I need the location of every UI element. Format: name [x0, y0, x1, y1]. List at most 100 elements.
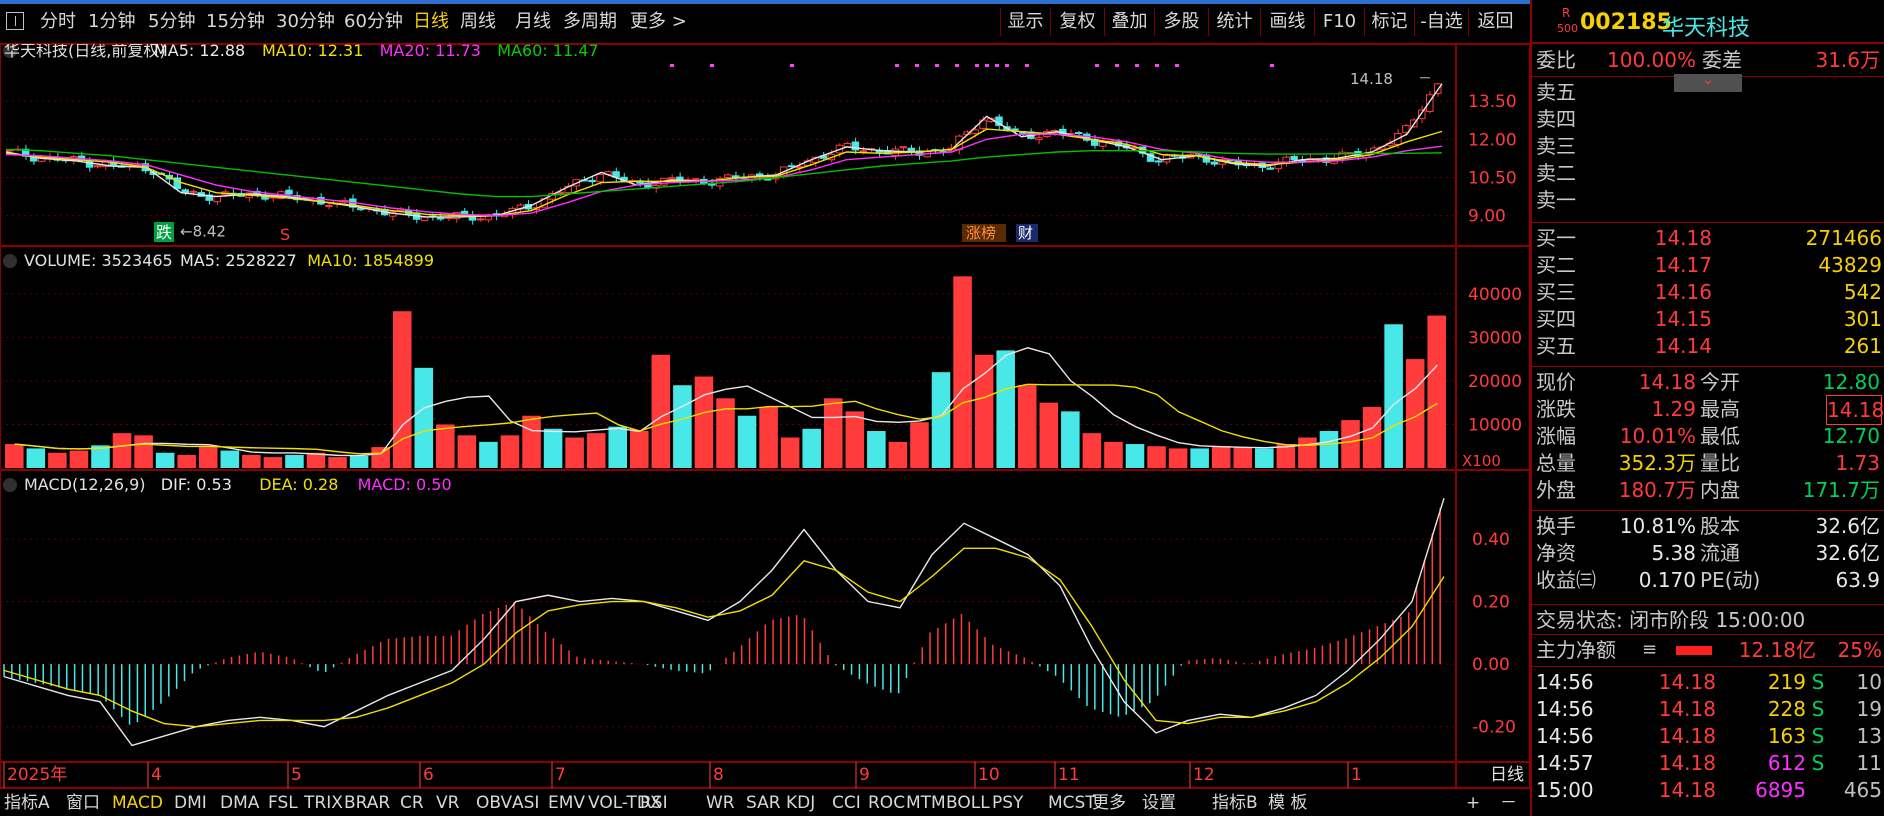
- volume-bar: [1190, 448, 1209, 468]
- indicator-tab-12[interactable]: EMV: [548, 791, 585, 815]
- indicator-tab-26[interactable]: 指标B: [1212, 791, 1258, 815]
- toolbar-button-0[interactable]: 显示: [1000, 8, 1050, 36]
- volume-bar: [1255, 448, 1274, 468]
- candle-body: [1075, 132, 1083, 135]
- time-label: 11: [1058, 765, 1080, 785]
- indicator-tab-1[interactable]: 窗口: [66, 791, 100, 815]
- volume-bar: [177, 454, 196, 468]
- candle-body: [181, 189, 189, 194]
- signal-dot: [1025, 64, 1029, 67]
- period-10[interactable]: 更多 >: [630, 10, 687, 34]
- period-0[interactable]: 分时: [40, 10, 76, 34]
- candle-body: [420, 216, 429, 222]
- period-4[interactable]: 30分钟: [276, 10, 335, 34]
- toolbar-button-7[interactable]: 标记: [1364, 8, 1414, 36]
- indicator-tab-19[interactable]: ROC: [868, 791, 905, 815]
- indicator-tab-9[interactable]: VR: [436, 791, 459, 815]
- candle-body: [668, 177, 676, 180]
- candle-body: [189, 190, 197, 193]
- indicator-tab-11[interactable]: ASI: [512, 791, 539, 815]
- stat-label: 最低: [1700, 424, 1740, 448]
- period-2[interactable]: 5分钟: [148, 10, 195, 34]
- candle-body: [692, 178, 700, 181]
- time-label: 2025年: [7, 765, 67, 785]
- stat-label: 今开: [1700, 370, 1740, 394]
- buy-volume: 301: [1843, 307, 1882, 331]
- period-3[interactable]: 15分钟: [206, 10, 265, 34]
- ma20-label: MA20: 11.73: [380, 44, 481, 60]
- stat-label: 股本: [1700, 514, 1740, 538]
- volume-bar: [1104, 441, 1123, 468]
- toolbar-button-6[interactable]: F10: [1314, 8, 1364, 36]
- stat-value: 12.80: [1822, 370, 1880, 394]
- chart-area[interactable]: 13.50 12.00 10.50 9.00 14.18 ←8.42 跌 S 涨榜 财 华天科技(日…: [0, 44, 1530, 788]
- candle-body: [859, 150, 868, 153]
- layout-toggle-icon[interactable]: [6, 12, 24, 30]
- stat-value: 63.9: [1835, 568, 1880, 592]
- period-5[interactable]: 60分钟: [344, 10, 403, 34]
- toolbar-button-3[interactable]: 多股: [1154, 8, 1208, 36]
- tick-volume: 6895: [1755, 778, 1806, 802]
- toolbar-button-5[interactable]: 画线: [1260, 8, 1314, 36]
- macd-collapse-icon[interactable]: [3, 478, 17, 492]
- indicator-tab-27[interactable]: 模 板: [1268, 791, 1307, 815]
- period-7[interactable]: 周线: [460, 10, 496, 34]
- indicator-tab-24[interactable]: 更多: [1092, 791, 1126, 815]
- indicator-tab-6[interactable]: TRIX: [304, 791, 343, 815]
- volume-bar: [780, 437, 800, 468]
- quote-panel: R 500 002185 华天科技 委比 100.00% 委差 31.6万 ⌄ 卖五 卖四 卖三 卖二卖…: [1530, 0, 1884, 816]
- toolbar-button-9[interactable]: 返回: [1468, 8, 1522, 36]
- stat-label: PE(动): [1700, 568, 1761, 592]
- signal-dot: [710, 64, 714, 67]
- stat-label: 内盘: [1700, 478, 1740, 502]
- volume-bar: [349, 455, 369, 468]
- indicator-tab-bar: 指标A 窗口 MACD DMI DMA FSL TRIX BRAR CR VR OBV ASI EMV V…: [0, 788, 1530, 816]
- weicha-value: 31.6万: [1815, 48, 1880, 72]
- stat-label: 最高: [1700, 397, 1740, 421]
- list-icon[interactable]: ≡: [1642, 636, 1657, 664]
- indicator-tab-8[interactable]: CR: [400, 791, 424, 815]
- dea-label: DEA: 0.28: [259, 475, 338, 494]
- volume-bar: [737, 415, 757, 468]
- indicator-tab-7[interactable]: BRAR: [344, 791, 390, 815]
- toolbar-button-4[interactable]: 统计: [1208, 8, 1260, 36]
- mainflow-row: 主力净额 ≡ 12.18亿 25%: [1536, 636, 1882, 664]
- indicator-tab-3[interactable]: DMI: [174, 791, 207, 815]
- volume-bar: [1039, 402, 1059, 468]
- candle-body: [325, 204, 333, 207]
- indicator-tab-20[interactable]: MTM: [906, 791, 946, 815]
- indicator-tab-16[interactable]: SAR: [746, 791, 781, 815]
- indicator-tab-10[interactable]: OBV: [476, 791, 512, 815]
- period-8[interactable]: 月线: [515, 10, 551, 34]
- volume-bar: [5, 444, 24, 468]
- candle-body: [787, 165, 796, 168]
- indicator-tab-14[interactable]: RSI: [640, 791, 668, 815]
- period-1[interactable]: 1分钟: [88, 10, 135, 34]
- toolbar-button-8[interactable]: -自选: [1414, 8, 1468, 36]
- indicator-tab-15[interactable]: WR: [706, 791, 735, 815]
- toolbar-button-1[interactable]: 复权: [1050, 8, 1104, 36]
- indicator-tab-18[interactable]: CCI: [832, 791, 861, 815]
- indicator-tab-17[interactable]: KDJ: [786, 791, 815, 815]
- indicator-tab-25[interactable]: 设置: [1142, 791, 1176, 815]
- indicator-tab-28[interactable]: +: [1466, 791, 1480, 815]
- indicator-tab-22[interactable]: PSY: [992, 791, 1023, 815]
- period-6[interactable]: 日线: [413, 10, 449, 34]
- buy-volume: 542: [1843, 280, 1882, 304]
- separator: [1532, 666, 1884, 667]
- toolbar-button-2[interactable]: 叠加: [1104, 8, 1154, 36]
- tick-price: 14.18: [1658, 670, 1716, 694]
- indicator-tab-4[interactable]: DMA: [220, 791, 259, 815]
- price-tick-label: 12.00: [1468, 130, 1517, 150]
- indicator-tab-0[interactable]: 指标A: [4, 791, 50, 815]
- indicator-tab-23[interactable]: MCST: [1048, 791, 1096, 815]
- separator: [1532, 510, 1884, 511]
- ma5-label: MA5: 12.88: [154, 44, 245, 60]
- indicator-tab-5[interactable]: FSL: [268, 791, 298, 815]
- indicator-tab-29[interactable]: －: [1500, 791, 1517, 815]
- buy-label: 买五: [1536, 334, 1576, 358]
- indicator-tab-2[interactable]: MACD: [112, 791, 163, 815]
- period-9[interactable]: 多周期: [563, 10, 617, 34]
- indicator-tab-21[interactable]: BOLL: [946, 791, 990, 815]
- volume-collapse-icon[interactable]: [3, 254, 17, 268]
